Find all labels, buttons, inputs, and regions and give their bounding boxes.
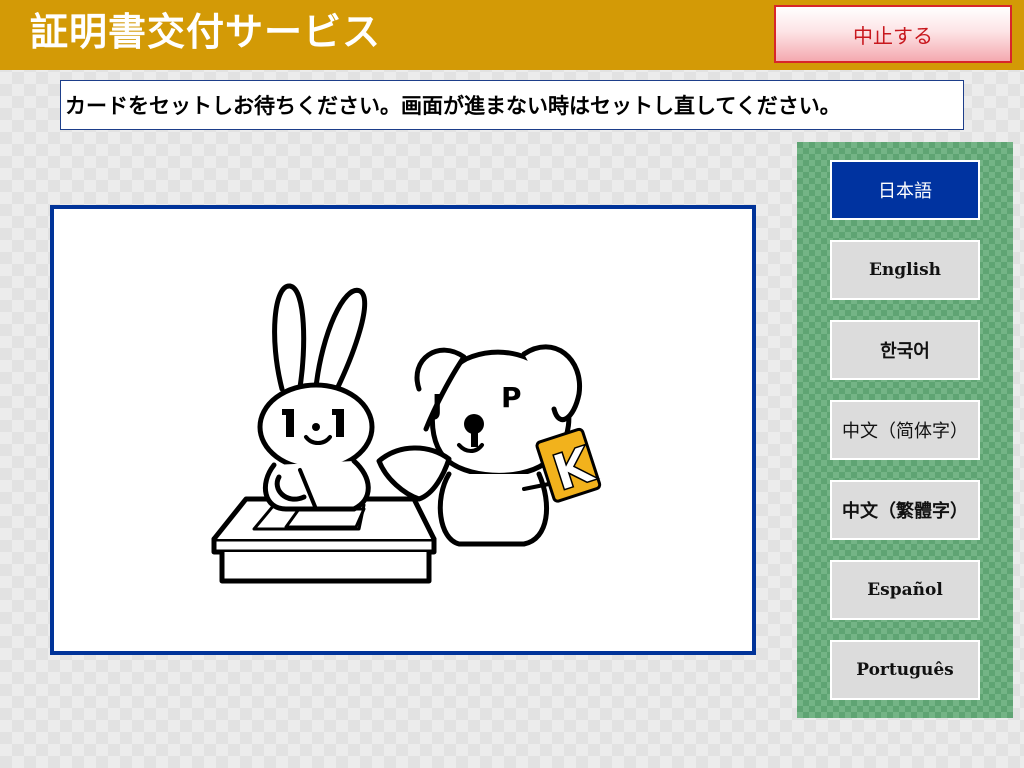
header-bar: 証明書交付サービス 中止する xyxy=(0,0,1024,70)
page-title: 証明書交付サービス xyxy=(30,10,382,54)
language-button-chinese-traditional[interactable]: 中文（繁體字） xyxy=(830,480,980,540)
language-button-english[interactable]: English xyxy=(830,240,980,300)
mascot-illustration: J P K xyxy=(211,283,603,584)
svg-text:J: J xyxy=(430,388,442,421)
rabbit-mascot xyxy=(257,283,375,512)
cancel-button[interactable]: 中止する xyxy=(774,5,1012,63)
language-button-korean[interactable]: 한국어 xyxy=(830,320,980,380)
language-button-spanish[interactable]: Español xyxy=(830,560,980,620)
language-button-chinese-simplified[interactable]: 中文（简体字） xyxy=(830,400,980,460)
instruction-message: カードをセットしお待ちください。画面が進まない時はセットし直してください。 xyxy=(60,80,964,130)
language-button-japanese[interactable]: 日本語 xyxy=(830,160,980,220)
svg-text:P: P xyxy=(501,381,522,414)
language-panel: 日本語 English 한국어 中文（简体字） 中文（繁體字） Español … xyxy=(797,142,1013,718)
language-button-portuguese[interactable]: Português xyxy=(830,640,980,700)
illustration-panel: J P K xyxy=(50,205,756,655)
